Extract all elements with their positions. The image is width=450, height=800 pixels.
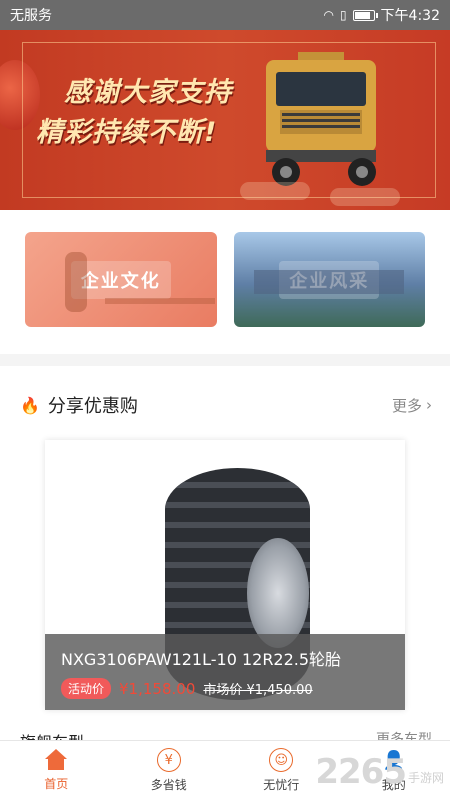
section-divider	[0, 354, 450, 366]
price-row: 活动价 ¥1,158.00 市场价 ¥1,450.00	[61, 678, 389, 699]
carrier-label: 无服务	[10, 8, 52, 24]
wheel-rim	[247, 538, 309, 648]
section-header: 🔥 分享优惠购 更多 ›	[20, 390, 432, 420]
category-cards: 企业文化 企业风采	[25, 232, 425, 327]
cloud-decoration	[240, 182, 310, 200]
cloud-decoration	[330, 188, 400, 206]
chevron-right-icon: ›	[426, 396, 432, 414]
hero-banner[interactable]: 感谢大家支持 精彩持续不断!	[0, 30, 450, 210]
table-decoration	[105, 298, 215, 304]
watermark-number: 2265	[315, 752, 407, 792]
market-price: 市场价 ¥1,450.00	[203, 683, 313, 698]
product-card[interactable]: NXG3106PAW121L-10 12R22.5轮胎 活动价 ¥1,158.0…	[45, 440, 405, 710]
promo-price: ¥1,158.00	[119, 679, 196, 698]
truck-image	[266, 52, 376, 186]
tab-label-home: 首页	[44, 777, 69, 791]
product-name: NXG3106PAW121L-10 12R22.5轮胎	[61, 650, 342, 669]
tab-label-worry-free: 无忧行	[263, 778, 300, 792]
battery-level	[354, 11, 370, 19]
battery-icon	[352, 9, 378, 21]
sim-icon: ▯	[339, 8, 347, 22]
section-title: 分享优惠购	[47, 396, 138, 417]
tab-home[interactable]: 首页	[0, 741, 113, 800]
more-link[interactable]: 更多 ›	[392, 395, 432, 416]
product-info: NXG3106PAW121L-10 12R22.5轮胎 活动价 ¥1,158.0…	[45, 634, 405, 710]
card-enterprise-style[interactable]: 企业风采	[233, 232, 425, 327]
card-enterprise-culture[interactable]: 企业文化	[25, 232, 217, 327]
site-watermark: 2265 手游网	[315, 752, 444, 792]
vase-decoration	[65, 252, 87, 312]
tab-save-money[interactable]: ¥ 多省钱	[113, 741, 226, 800]
building-decoration	[253, 270, 404, 294]
status-bar: 无服务 ◠ ▯ 下午4:32	[0, 0, 450, 30]
flame-icon: 🔥	[20, 395, 40, 415]
section-title-group: 🔥 分享优惠购	[20, 392, 138, 418]
wifi-icon: ◠	[323, 8, 334, 22]
smile-icon: ☺	[269, 748, 294, 772]
home-icon	[44, 749, 68, 771]
banner-line-2: 精彩持续不断!	[36, 117, 218, 148]
clock: 下午4:32	[380, 8, 440, 24]
banner-line-1: 感谢大家支持	[64, 77, 232, 108]
more-label: 更多	[391, 396, 422, 415]
status-icons: ◠ ▯ 下午4:32	[323, 5, 440, 25]
yen-icon: ¥	[156, 748, 181, 772]
promo-tag: 活动价	[61, 678, 112, 699]
tab-label-save-money: 多省钱	[150, 778, 187, 792]
watermark-text: 手游网	[407, 771, 444, 785]
